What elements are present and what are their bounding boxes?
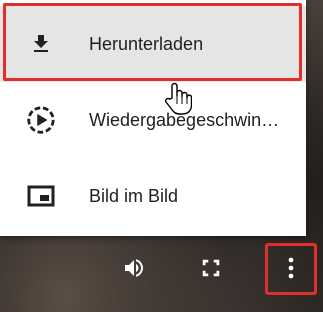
picture-in-picture-icon (25, 180, 57, 212)
menu-item-download[interactable]: Herunterladen (0, 6, 306, 82)
fullscreen-icon (200, 257, 222, 284)
menu-item-picture-in-picture[interactable]: Bild im Bild (0, 158, 306, 234)
menu-item-playback-speed[interactable]: Wiedergabegeschwin… (0, 82, 306, 158)
menu-item-label: Bild im Bild (89, 185, 179, 206)
download-icon (25, 28, 57, 60)
fullscreen-button[interactable] (195, 254, 227, 286)
overflow-menu: Herunterladen Wiedergabegeschwin… Bild i… (0, 0, 306, 236)
more-options-button[interactable] (275, 254, 307, 286)
hand-cursor-icon (164, 82, 193, 116)
volume-icon (122, 256, 146, 285)
video-controls-bar (0, 236, 323, 312)
menu-item-label: Herunterladen (89, 33, 204, 54)
playback-speed-icon (25, 104, 57, 136)
volume-button[interactable] (118, 254, 150, 286)
more-options-icon (286, 256, 296, 285)
